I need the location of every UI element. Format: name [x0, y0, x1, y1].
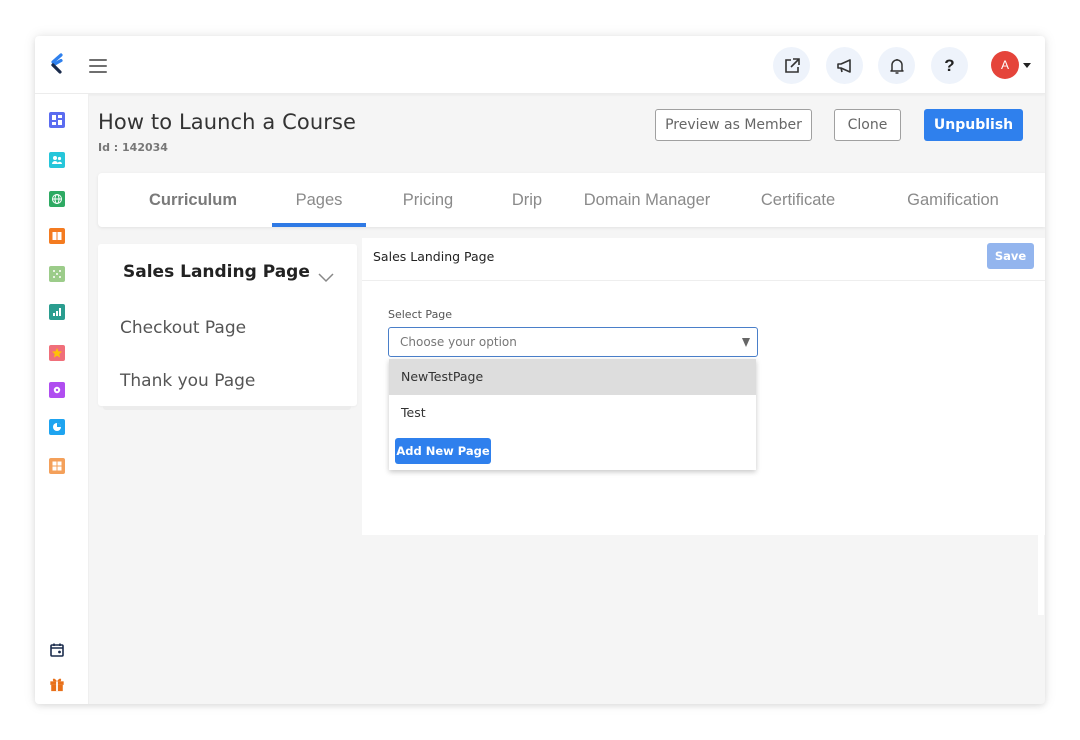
select-page-label: Select Page [388, 308, 453, 321]
sidebar-item-network[interactable] [49, 266, 65, 282]
page-item-checkout[interactable]: Checkout Page [120, 318, 246, 338]
editor-title: Sales Landing Page [373, 249, 495, 264]
page-item-sales-landing[interactable]: Sales Landing Page [123, 262, 310, 282]
sidebar-item-apps[interactable] [49, 458, 65, 474]
tab-pricing[interactable]: Pricing [384, 173, 472, 227]
pie-chart-icon [53, 423, 61, 431]
page-editor: Sales Landing Page Save Select Page Choo… [362, 238, 1045, 535]
users-icon [52, 156, 62, 164]
tab-certificate[interactable]: Certificate [748, 173, 848, 227]
tab-curriculum[interactable]: Curriculum [133, 173, 253, 227]
tab-pages[interactable]: Pages [272, 173, 366, 227]
help-button[interactable]: ? [931, 47, 968, 84]
star-icon [52, 348, 62, 358]
add-new-page-button[interactable]: Add New Page [395, 438, 491, 464]
notifications-button[interactable] [878, 47, 915, 84]
book-icon [52, 232, 62, 240]
clone-button[interactable]: Clone [834, 109, 901, 141]
sidebar-item-settings[interactable] [49, 382, 65, 398]
sidebar-item-dashboard[interactable] [49, 112, 65, 128]
external-link-icon [784, 57, 800, 73]
course-tabs: Curriculum Pages Pricing Drip Domain Man… [98, 173, 1045, 227]
dropdown-arrow-icon [742, 338, 750, 347]
sidebar-item-globe[interactable] [49, 191, 65, 207]
megaphone-icon [836, 58, 851, 73]
select-placeholder: Choose your option [400, 335, 517, 349]
analytics-icon [53, 308, 61, 316]
pages-list-edge [103, 406, 351, 410]
help-icon: ? [944, 55, 955, 75]
open-external-button[interactable] [773, 47, 810, 84]
page-item-thank-you[interactable]: Thank you Page [120, 371, 255, 391]
select-page-menu: NewTestPage Test Add New Page [389, 359, 756, 470]
select-page-dropdown[interactable]: Choose your option [388, 327, 758, 357]
tab-domain-manager[interactable]: Domain Manager [576, 173, 718, 227]
logo-icon[interactable] [49, 53, 65, 77]
left-sidebar [35, 94, 89, 704]
panel-edge [1038, 535, 1044, 615]
dashboard-icon [52, 115, 62, 125]
sidebar-item-analytics[interactable] [49, 304, 65, 320]
preview-as-member-button[interactable]: Preview as Member [655, 109, 812, 141]
course-id: Id : 142034 [98, 141, 168, 154]
tab-drip[interactable]: Drip [492, 173, 562, 227]
sidebar-item-courses[interactable] [49, 228, 65, 244]
tab-gamification[interactable]: Gamification [893, 173, 1013, 227]
option-test[interactable]: Test [389, 395, 756, 431]
sidebar-item-reports[interactable] [49, 419, 65, 435]
sidebar-item-favorites[interactable] [49, 345, 65, 361]
app-window: ? A How to Launch a Course Id: 142034 P… [35, 36, 1045, 704]
caret-down-icon[interactable] [1023, 63, 1031, 68]
menu-toggle-icon[interactable] [89, 59, 107, 73]
globe-icon [52, 194, 62, 204]
apps-icon [52, 461, 62, 471]
avatar[interactable]: A [991, 51, 1019, 79]
option-newtestpage[interactable]: NewTestPage [389, 359, 756, 395]
page-title: How to Launch a Course [98, 110, 357, 134]
pages-list: Sales Landing Page Checkout Page Thank y… [98, 244, 357, 406]
calendar-icon [50, 643, 64, 657]
announcements-button[interactable] [826, 47, 863, 84]
save-button[interactable]: Save [987, 243, 1034, 269]
network-icon [53, 270, 61, 278]
unpublish-button[interactable]: Unpublish [924, 109, 1023, 141]
chevron-down-icon[interactable] [318, 273, 334, 283]
editor-header: Sales Landing Page Save [362, 238, 1045, 281]
bell-icon [889, 58, 904, 74]
top-bar: ? A [35, 36, 1045, 94]
sidebar-item-gift[interactable] [49, 676, 65, 692]
sidebar-item-users[interactable] [49, 152, 65, 168]
settings-icon [53, 386, 61, 394]
sidebar-item-calendar[interactable] [49, 642, 65, 658]
gift-icon [50, 678, 64, 692]
